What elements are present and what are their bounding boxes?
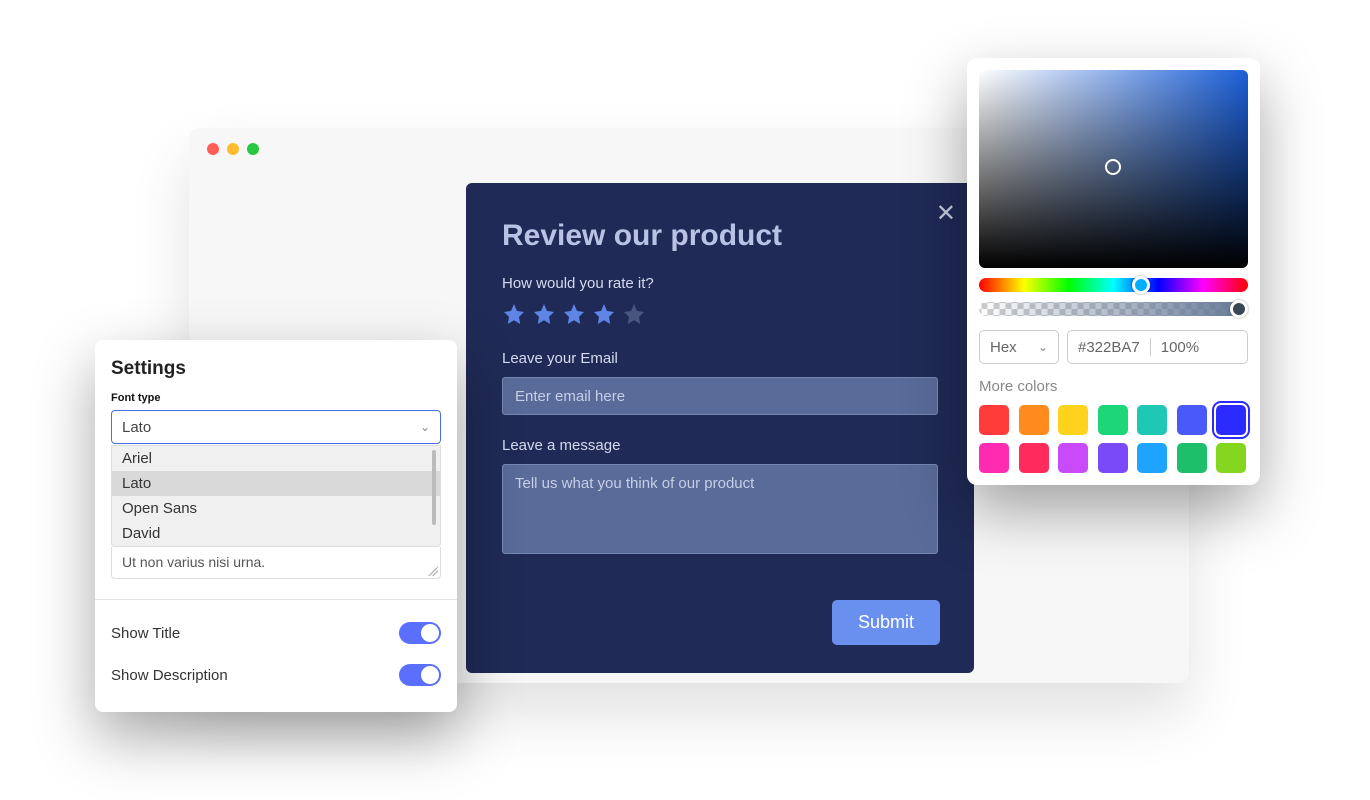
color-swatch[interactable] bbox=[1177, 405, 1207, 435]
star-icon[interactable] bbox=[592, 302, 616, 326]
show-description-row: Show Description bbox=[111, 654, 441, 696]
chevron-down-icon: ⌄ bbox=[1038, 340, 1048, 354]
separator bbox=[1150, 338, 1151, 356]
submit-button[interactable]: Submit bbox=[832, 600, 940, 645]
color-swatches bbox=[979, 405, 1248, 473]
color-picker-panel: Hex ⌄ #322BA7 100% More colors bbox=[967, 58, 1260, 485]
alpha-value: 100% bbox=[1161, 339, 1199, 356]
font-option[interactable]: Lato bbox=[112, 471, 440, 496]
color-swatch[interactable] bbox=[1177, 443, 1207, 473]
show-title-row: Show Title bbox=[111, 612, 441, 654]
star-icon[interactable] bbox=[502, 302, 526, 326]
hex-value: #322BA7 bbox=[1078, 339, 1140, 356]
gradient-cursor[interactable] bbox=[1105, 159, 1121, 175]
show-title-toggle[interactable] bbox=[399, 622, 441, 644]
window-close-dot[interactable] bbox=[207, 143, 219, 155]
color-gradient-canvas[interactable] bbox=[979, 70, 1248, 268]
color-mode-select[interactable]: Hex ⌄ bbox=[979, 330, 1059, 364]
email-label: Leave your Email bbox=[502, 350, 938, 367]
hex-input-row[interactable]: #322BA7 100% bbox=[1067, 330, 1248, 364]
alpha-cursor[interactable] bbox=[1230, 300, 1248, 318]
divider bbox=[95, 599, 457, 600]
resize-handle-icon[interactable] bbox=[428, 566, 438, 576]
color-swatch[interactable] bbox=[1216, 405, 1246, 435]
color-swatch[interactable] bbox=[1058, 405, 1088, 435]
color-swatch[interactable] bbox=[1137, 405, 1167, 435]
settings-panel: Settings Font type Lato ⌄ Ariel Lato Ope… bbox=[95, 340, 457, 712]
font-option[interactable]: Ariel bbox=[112, 446, 440, 471]
message-label: Leave a message bbox=[502, 437, 938, 454]
star-icon[interactable] bbox=[532, 302, 556, 326]
font-dropdown: Ariel Lato Open Sans David bbox=[111, 445, 441, 547]
preview-text-box[interactable]: Ut non varius nisi urna. bbox=[111, 547, 441, 579]
font-selected-value: Lato bbox=[122, 419, 151, 436]
color-swatch[interactable] bbox=[979, 443, 1009, 473]
window-maximize-dot[interactable] bbox=[247, 143, 259, 155]
font-type-label: Font type bbox=[111, 392, 441, 404]
star-rating[interactable] bbox=[502, 302, 938, 326]
color-swatch[interactable] bbox=[1137, 443, 1167, 473]
show-description-label: Show Description bbox=[111, 667, 228, 684]
email-placeholder: Enter email here bbox=[515, 388, 625, 405]
alpha-slider[interactable] bbox=[979, 302, 1248, 316]
preview-text: Ut non varius nisi urna. bbox=[122, 554, 265, 570]
show-description-toggle[interactable] bbox=[399, 664, 441, 686]
color-mode-value: Hex bbox=[990, 339, 1017, 356]
settings-title: Settings bbox=[111, 358, 441, 380]
font-option[interactable]: David bbox=[112, 521, 440, 546]
color-swatch[interactable] bbox=[1216, 443, 1246, 473]
picker-inputs-row: Hex ⌄ #322BA7 100% bbox=[979, 330, 1248, 364]
window-minimize-dot[interactable] bbox=[227, 143, 239, 155]
star-icon[interactable] bbox=[562, 302, 586, 326]
color-swatch[interactable] bbox=[1019, 405, 1049, 435]
color-swatch[interactable] bbox=[1098, 405, 1128, 435]
message-placeholder: Tell us what you think of our product bbox=[515, 475, 754, 492]
email-field[interactable]: Enter email here bbox=[502, 377, 938, 415]
font-option[interactable]: Open Sans bbox=[112, 496, 440, 521]
font-select[interactable]: Lato ⌄ bbox=[111, 410, 441, 444]
color-swatch[interactable] bbox=[979, 405, 1009, 435]
scrollbar[interactable] bbox=[432, 450, 436, 525]
show-title-label: Show Title bbox=[111, 625, 180, 642]
rate-label: How would you rate it? bbox=[502, 275, 938, 292]
hue-cursor[interactable] bbox=[1132, 276, 1150, 294]
review-modal: ✕ Review our product How would you rate … bbox=[466, 183, 974, 673]
color-swatch[interactable] bbox=[1098, 443, 1128, 473]
star-icon[interactable] bbox=[622, 302, 646, 326]
close-icon[interactable]: ✕ bbox=[936, 199, 956, 228]
message-field[interactable]: Tell us what you think of our product bbox=[502, 464, 938, 554]
more-colors-label: More colors bbox=[979, 378, 1248, 395]
submit-label: Submit bbox=[858, 612, 914, 632]
color-swatch[interactable] bbox=[1058, 443, 1088, 473]
review-title: Review our product bbox=[502, 219, 938, 253]
hue-slider[interactable] bbox=[979, 278, 1248, 292]
color-swatch[interactable] bbox=[1019, 443, 1049, 473]
chevron-down-icon: ⌄ bbox=[420, 420, 430, 434]
